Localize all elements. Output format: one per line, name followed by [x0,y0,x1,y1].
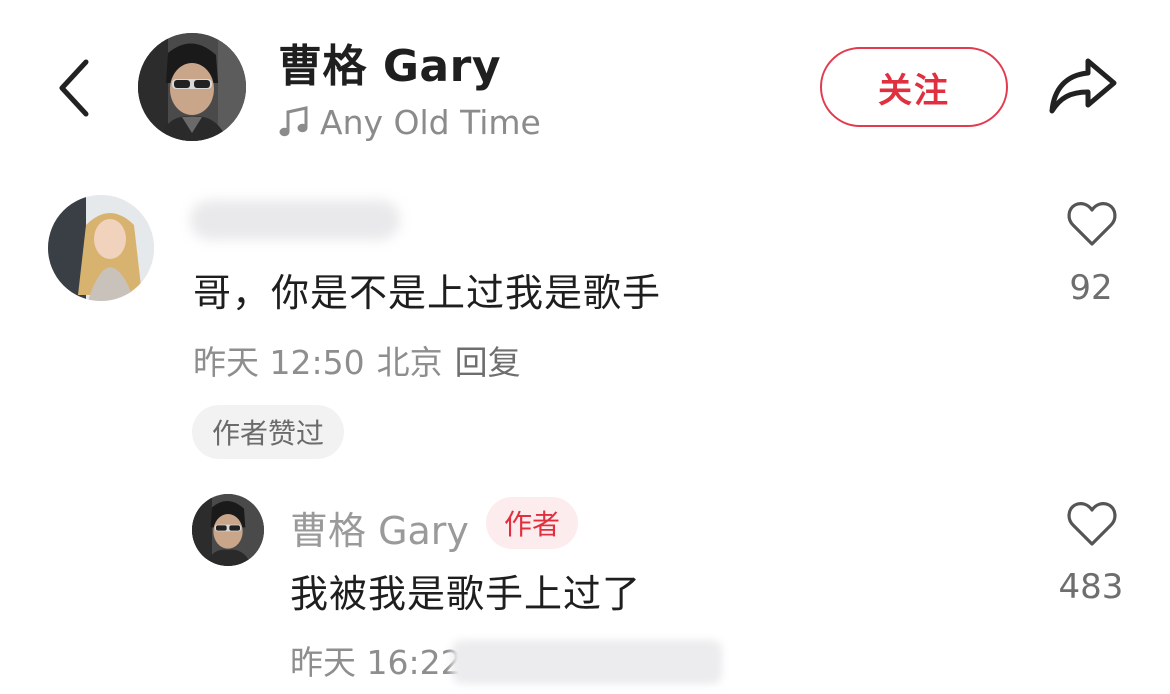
share-icon[interactable] [1048,55,1118,117]
reply-text: 我被我是歌手上过了 [290,572,642,616]
comment-meta: 昨天 12:50 北京 回复 [193,336,533,384]
reply-time: 昨天 16:22 [290,643,462,682]
comment-location: 北京 [376,343,443,382]
music-title: Any Old Time [320,102,541,142]
page-title: 曹格 Gary [278,41,502,92]
comment-like-count: 92 [1069,268,1113,308]
author-liked-badge: 作者赞过 [192,405,345,459]
reply-username[interactable]: 曹格 Gary [290,500,469,555]
back-icon[interactable] [52,56,96,120]
comment-time: 昨天 12:50 [193,343,365,382]
music-note-icon [279,106,308,137]
author-avatar[interactable] [138,33,246,141]
author-badge: 作者 [486,497,579,549]
commenter-avatar[interactable] [48,195,154,301]
reply-meta-blurred [452,640,722,684]
reply-like-count: 483 [1058,567,1124,607]
heart-icon[interactable] [1066,500,1118,548]
music-info[interactable]: Any Old Time [278,100,541,144]
commenter-name-blurred [190,200,400,240]
heart-icon[interactable] [1066,200,1118,248]
reply-author-avatar[interactable] [192,494,264,566]
follow-button[interactable]: 关注 [820,47,1008,127]
comment-text: 哥，你是不是上过我是歌手 [193,271,662,315]
reply-button[interactable]: 回复 [455,343,521,382]
